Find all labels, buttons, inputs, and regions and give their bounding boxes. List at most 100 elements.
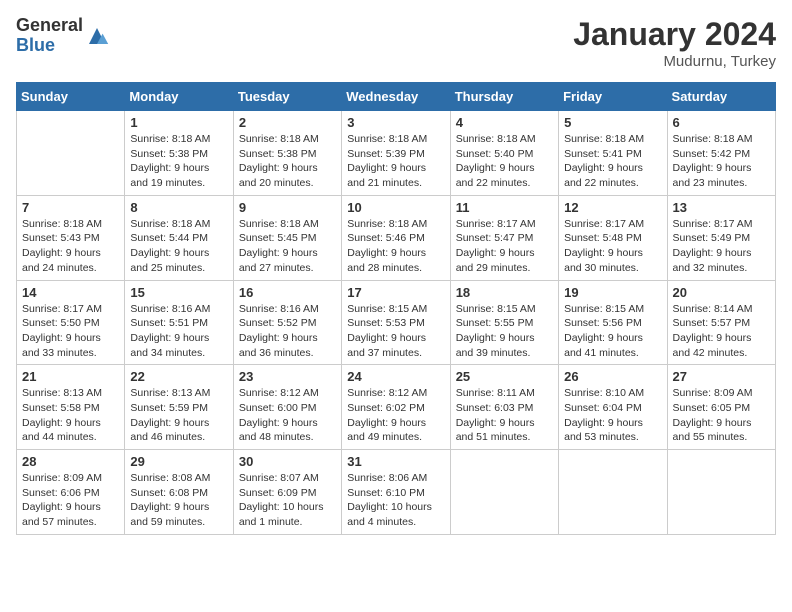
day-info: Sunrise: 8:17 AM Sunset: 5:48 PM Dayligh… bbox=[564, 217, 661, 276]
calendar-header-row: SundayMondayTuesdayWednesdayThursdayFrid… bbox=[17, 83, 776, 111]
day-info: Sunrise: 8:17 AM Sunset: 5:50 PM Dayligh… bbox=[22, 302, 119, 361]
calendar-cell: 30Sunrise: 8:07 AM Sunset: 6:09 PM Dayli… bbox=[233, 450, 341, 535]
logo-text: General Blue bbox=[16, 16, 83, 56]
day-number: 28 bbox=[22, 454, 119, 469]
calendar-cell bbox=[667, 450, 775, 535]
calendar-cell: 29 Sunrise: 8:08 AM Sunset: 6:08 PM Dayli… bbox=[125, 450, 233, 535]
day-number: 6 bbox=[673, 115, 770, 130]
day-number: 27 bbox=[673, 369, 770, 384]
day-info: Sunrise: 8:15 AM Sunset: 5:53 PM Dayligh… bbox=[347, 302, 444, 361]
day-info: Sunrise: 8:15 AM Sunset: 5:56 PM Dayligh… bbox=[564, 302, 661, 361]
day-number: 8 bbox=[130, 200, 227, 215]
day-info: Sunrise: 8:09 AM Sunset: 6:05 PM Dayligh… bbox=[673, 386, 770, 445]
calendar-cell: 21 Sunrise: 8:13 AM Sunset: 5:58 PM Dayli… bbox=[17, 365, 125, 450]
day-info: Sunrise: 8:18 AM Sunset: 5:45 PM Dayligh… bbox=[239, 217, 336, 276]
calendar-cell: 26Sunrise: 8:10 AM Sunset: 6:04 PM Dayli… bbox=[559, 365, 667, 450]
day-info: Sunrise: 8:06 AM Sunset: 6:10 PM Dayligh… bbox=[347, 471, 444, 530]
calendar-cell: 16 Sunrise: 8:16 AM Sunset: 5:52 PM Dayli… bbox=[233, 280, 341, 365]
day-info: Sunrise: 8:18 AM Sunset: 5:40 PM Dayligh… bbox=[456, 132, 553, 191]
calendar-cell: 2Sunrise: 8:18 AM Sunset: 5:38 PM Daylig… bbox=[233, 111, 341, 196]
day-number: 23 bbox=[239, 369, 336, 384]
week-row-3: 21 Sunrise: 8:13 AM Sunset: 5:58 PM Dayli… bbox=[17, 365, 776, 450]
title-area: January 2024 Mudurnu, Turkey bbox=[573, 16, 776, 70]
calendar-cell: 27 Sunrise: 8:09 AM Sunset: 6:05 PM Dayli… bbox=[667, 365, 775, 450]
calendar-cell: 1 Sunrise: 8:18 AM Sunset: 5:38 PM Daylig… bbox=[125, 111, 233, 196]
day-number: 24 bbox=[347, 369, 444, 384]
logo-icon bbox=[85, 24, 109, 48]
calendar-cell: 25 Sunrise: 8:11 AM Sunset: 6:03 PM Dayli… bbox=[450, 365, 558, 450]
day-number: 18 bbox=[456, 285, 553, 300]
day-info: Sunrise: 8:18 AM Sunset: 5:43 PM Dayligh… bbox=[22, 217, 119, 276]
calendar-cell: 7 Sunrise: 8:18 AM Sunset: 5:43 PM Daylig… bbox=[17, 195, 125, 280]
calendar-cell bbox=[17, 111, 125, 196]
calendar-cell: 8 Sunrise: 8:18 AM Sunset: 5:44 PM Daylig… bbox=[125, 195, 233, 280]
day-info: Sunrise: 8:09 AM Sunset: 6:06 PM Dayligh… bbox=[22, 471, 119, 530]
day-number: 4 bbox=[456, 115, 553, 130]
day-info: Sunrise: 8:13 AM Sunset: 5:59 PM Dayligh… bbox=[130, 386, 227, 445]
logo-general: General bbox=[16, 16, 83, 36]
day-info: Sunrise: 8:12 AM Sunset: 6:00 PM Dayligh… bbox=[239, 386, 336, 445]
day-info: Sunrise: 8:15 AM Sunset: 5:55 PM Dayligh… bbox=[456, 302, 553, 361]
day-info: Sunrise: 8:18 AM Sunset: 5:38 PM Dayligh… bbox=[130, 132, 227, 191]
calendar-table: SundayMondayTuesdayWednesdayThursdayFrid… bbox=[16, 82, 776, 535]
calendar-cell bbox=[559, 450, 667, 535]
day-number: 10 bbox=[347, 200, 444, 215]
week-row-1: 7 Sunrise: 8:18 AM Sunset: 5:43 PM Daylig… bbox=[17, 195, 776, 280]
day-number: 14 bbox=[22, 285, 119, 300]
logo-blue: Blue bbox=[16, 36, 83, 56]
day-info: Sunrise: 8:07 AM Sunset: 6:09 PM Dayligh… bbox=[239, 471, 336, 530]
calendar-cell: 10Sunrise: 8:18 AM Sunset: 5:46 PM Dayli… bbox=[342, 195, 450, 280]
day-number: 3 bbox=[347, 115, 444, 130]
month-title: January 2024 bbox=[573, 16, 776, 53]
day-number: 1 bbox=[130, 115, 227, 130]
logo: General Blue bbox=[16, 16, 109, 56]
calendar-cell: 3 Sunrise: 8:18 AM Sunset: 5:39 PM Daylig… bbox=[342, 111, 450, 196]
day-info: Sunrise: 8:18 AM Sunset: 5:42 PM Dayligh… bbox=[673, 132, 770, 191]
day-header-monday: Monday bbox=[125, 83, 233, 111]
day-info: Sunrise: 8:14 AM Sunset: 5:57 PM Dayligh… bbox=[673, 302, 770, 361]
day-header-friday: Friday bbox=[559, 83, 667, 111]
day-info: Sunrise: 8:18 AM Sunset: 5:44 PM Dayligh… bbox=[130, 217, 227, 276]
week-row-0: 1 Sunrise: 8:18 AM Sunset: 5:38 PM Daylig… bbox=[17, 111, 776, 196]
calendar-cell: 17 Sunrise: 8:15 AM Sunset: 5:53 PM Dayli… bbox=[342, 280, 450, 365]
day-info: Sunrise: 8:13 AM Sunset: 5:58 PM Dayligh… bbox=[22, 386, 119, 445]
day-header-thursday: Thursday bbox=[450, 83, 558, 111]
calendar-cell: 23 Sunrise: 8:12 AM Sunset: 6:00 PM Dayli… bbox=[233, 365, 341, 450]
calendar-cell: 22 Sunrise: 8:13 AM Sunset: 5:59 PM Dayli… bbox=[125, 365, 233, 450]
day-number: 17 bbox=[347, 285, 444, 300]
calendar-cell: 12 Sunrise: 8:17 AM Sunset: 5:48 PM Dayli… bbox=[559, 195, 667, 280]
day-info: Sunrise: 8:17 AM Sunset: 5:49 PM Dayligh… bbox=[673, 217, 770, 276]
day-header-tuesday: Tuesday bbox=[233, 83, 341, 111]
day-info: Sunrise: 8:18 AM Sunset: 5:39 PM Dayligh… bbox=[347, 132, 444, 191]
week-row-4: 28 Sunrise: 8:09 AM Sunset: 6:06 PM Dayli… bbox=[17, 450, 776, 535]
calendar-cell: 19 Sunrise: 8:15 AM Sunset: 5:56 PM Dayli… bbox=[559, 280, 667, 365]
calendar-cell: 28 Sunrise: 8:09 AM Sunset: 6:06 PM Dayli… bbox=[17, 450, 125, 535]
page-header: General Blue January 2024 Mudurnu, Turke… bbox=[16, 16, 776, 70]
calendar-cell: 15Sunrise: 8:16 AM Sunset: 5:51 PM Dayli… bbox=[125, 280, 233, 365]
day-number: 19 bbox=[564, 285, 661, 300]
day-number: 15 bbox=[130, 285, 227, 300]
day-number: 22 bbox=[130, 369, 227, 384]
calendar-cell: 14 Sunrise: 8:17 AM Sunset: 5:50 PM Dayli… bbox=[17, 280, 125, 365]
day-info: Sunrise: 8:12 AM Sunset: 6:02 PM Dayligh… bbox=[347, 386, 444, 445]
day-number: 11 bbox=[456, 200, 553, 215]
day-number: 21 bbox=[22, 369, 119, 384]
day-info: Sunrise: 8:17 AM Sunset: 5:47 PM Dayligh… bbox=[456, 217, 553, 276]
day-info: Sunrise: 8:08 AM Sunset: 6:08 PM Dayligh… bbox=[130, 471, 227, 530]
calendar-cell: 6 Sunrise: 8:18 AM Sunset: 5:42 PM Daylig… bbox=[667, 111, 775, 196]
day-number: 12 bbox=[564, 200, 661, 215]
calendar-cell: 5Sunrise: 8:18 AM Sunset: 5:41 PM Daylig… bbox=[559, 111, 667, 196]
day-info: Sunrise: 8:18 AM Sunset: 5:38 PM Dayligh… bbox=[239, 132, 336, 191]
calendar-cell: 4 Sunrise: 8:18 AM Sunset: 5:40 PM Daylig… bbox=[450, 111, 558, 196]
day-info: Sunrise: 8:16 AM Sunset: 5:52 PM Dayligh… bbox=[239, 302, 336, 361]
calendar-cell bbox=[450, 450, 558, 535]
day-number: 7 bbox=[22, 200, 119, 215]
day-number: 25 bbox=[456, 369, 553, 384]
day-info: Sunrise: 8:10 AM Sunset: 6:04 PM Dayligh… bbox=[564, 386, 661, 445]
day-info: Sunrise: 8:18 AM Sunset: 5:41 PM Dayligh… bbox=[564, 132, 661, 191]
day-number: 16 bbox=[239, 285, 336, 300]
calendar-cell: 20Sunrise: 8:14 AM Sunset: 5:57 PM Dayli… bbox=[667, 280, 775, 365]
day-info: Sunrise: 8:11 AM Sunset: 6:03 PM Dayligh… bbox=[456, 386, 553, 445]
day-header-sunday: Sunday bbox=[17, 83, 125, 111]
day-number: 29 bbox=[130, 454, 227, 469]
